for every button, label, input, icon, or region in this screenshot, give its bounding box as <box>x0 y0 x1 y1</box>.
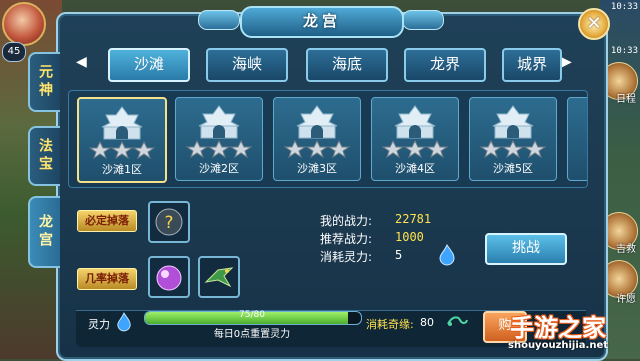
zone-prev-arrow-icon[interactable]: ◀ <box>76 54 87 70</box>
watermark-logo: 手游之家 <box>510 314 606 342</box>
zone-tab-city-realm[interactable]: 城界 <box>502 48 562 82</box>
area-card-3[interactable]: 沙滩3区 <box>273 97 361 181</box>
dialog-title: 龙宫 <box>240 6 404 38</box>
area-card-list: 沙滩1区 沙滩2区 沙滩3区 沙滩4区 沙滩5区 <box>68 90 588 188</box>
zone-tab-beach[interactable]: 沙滩 <box>108 48 190 82</box>
chance-drop-slot-2[interactable] <box>198 256 240 298</box>
area-card-label: 沙滩4区 <box>395 162 435 175</box>
side-tab-yuanshen[interactable]: 元神 <box>28 52 60 112</box>
title-wing-left <box>198 10 240 30</box>
recommended-power-value: 1000 <box>395 230 424 244</box>
zone-next-arrow-icon[interactable]: ▶ <box>561 54 572 70</box>
area-card-label: 沙滩3区 <box>297 162 337 175</box>
zone-tab-strait[interactable]: 海峡 <box>206 48 288 82</box>
spirit-cost-label: 消耗灵力: <box>320 250 373 264</box>
castle-icon <box>296 105 338 139</box>
chance-drop-label: 几率掉落 <box>77 268 137 290</box>
area-card-label: 沙滩1区 <box>102 163 142 176</box>
castle-icon <box>198 105 240 139</box>
spirit-cost-value: 5 <box>395 248 403 262</box>
recommended-power-label: 推荐战力: <box>320 232 373 246</box>
spirit-reset-note: 每日0点重置灵力 <box>213 329 291 340</box>
guaranteed-drop-label: 必定掉落 <box>77 210 137 232</box>
area-card-2[interactable]: 沙滩2区 <box>175 97 263 181</box>
castle-icon <box>492 105 534 139</box>
player-avatar[interactable] <box>2 2 46 46</box>
watermark-url: shouyouzhijia.net <box>508 340 609 351</box>
clock-second: 10:33 <box>610 46 638 56</box>
area-card-4[interactable]: 沙滩4区 <box>371 97 459 181</box>
castle-icon <box>394 105 436 139</box>
zone-tab-seabed[interactable]: 海底 <box>306 48 388 82</box>
guaranteed-drop-slot[interactable]: ? <box>148 201 190 243</box>
close-button[interactable]: ✕ <box>578 8 610 40</box>
challenge-button[interactable]: 挑战 <box>485 233 567 265</box>
spirit-label: 灵力 <box>88 318 110 331</box>
spirit-progress-text: 75/80 <box>239 310 265 320</box>
mystery-item-icon: ? <box>155 208 183 236</box>
zone-tab-dragon-realm[interactable]: 龙界 <box>404 48 486 82</box>
consume-value: 80 <box>420 316 434 329</box>
area-card-1[interactable]: 沙滩1区 <box>77 97 167 183</box>
area-card-label: 沙滩2区 <box>199 162 239 175</box>
area-card-partial[interactable] <box>567 97 587 181</box>
castle-icon <box>101 106 143 140</box>
rating-stars-icon <box>89 141 155 159</box>
my-power-label: 我的战力: <box>320 214 373 228</box>
consume-label: 消耗奇缘: <box>366 318 414 331</box>
area-card-5[interactable]: 沙滩5区 <box>469 97 557 181</box>
area-card-label: 沙滩5区 <box>493 162 533 175</box>
clock-top: 10:33 <box>610 2 638 12</box>
side-tab-longgong[interactable]: 龙宫 <box>28 196 60 268</box>
green-bird-icon <box>204 267 234 288</box>
chance-drop-slot-1[interactable] <box>148 256 190 298</box>
title-wing-right <box>402 10 444 30</box>
svg-text:?: ? <box>164 213 173 233</box>
rating-stars-icon <box>284 140 350 158</box>
my-power-value: 22781 <box>395 212 432 226</box>
rating-stars-icon <box>382 140 448 158</box>
player-level-badge: 45 <box>2 42 26 62</box>
rescue-label: 吉救 <box>616 244 636 255</box>
spirit-flame-icon <box>117 312 131 332</box>
wish-label: 许愿 <box>616 294 636 305</box>
close-icon: ✕ <box>586 13 602 34</box>
rating-stars-icon <box>480 140 546 158</box>
purple-orb-icon <box>156 265 182 291</box>
rating-stars-icon <box>186 140 252 158</box>
side-tab-fabao[interactable]: 法宝 <box>28 126 60 186</box>
jade-dragon-icon <box>447 316 468 326</box>
spirit-flame-icon <box>439 244 455 266</box>
schedule-label: 日程 <box>616 94 636 105</box>
